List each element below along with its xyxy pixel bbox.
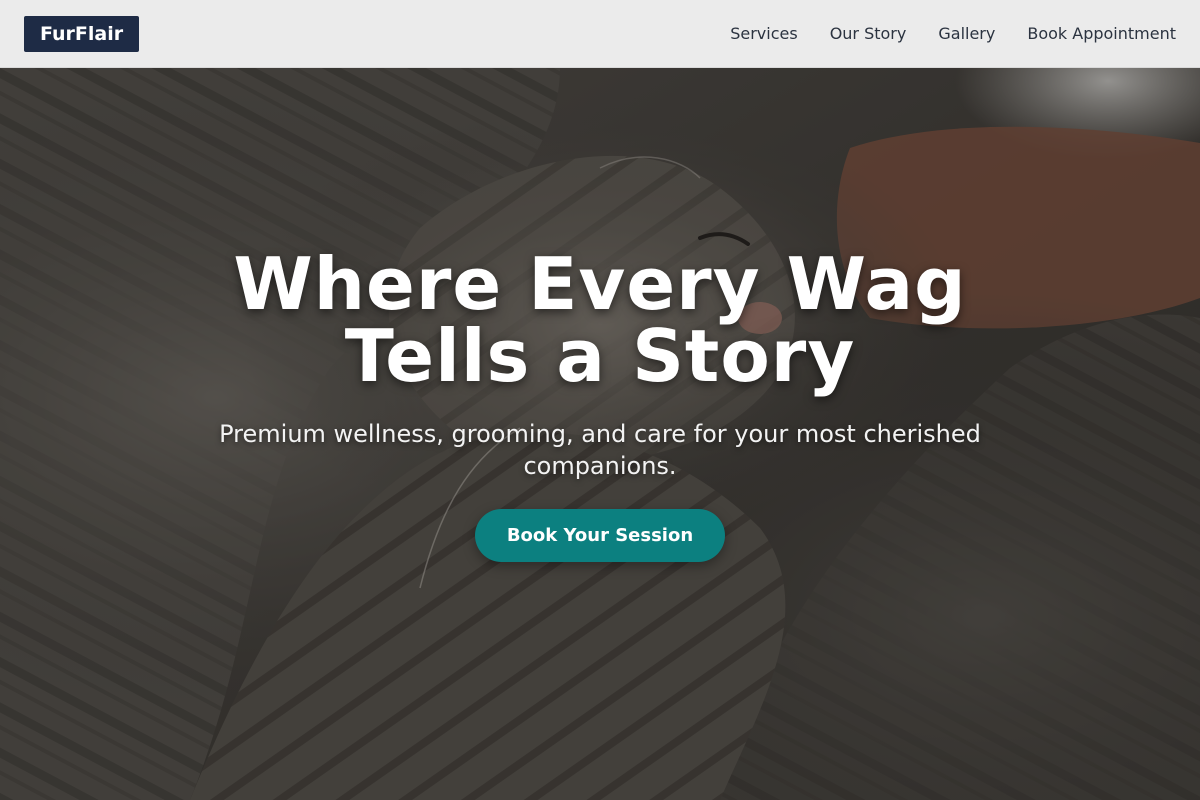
hero-title-line-2: Tells a Story: [344, 314, 856, 398]
book-session-button[interactable]: Book Your Session: [475, 509, 725, 562]
site-header: FurFlair Services Our Story Gallery Book…: [0, 0, 1200, 68]
hero-content: Where Every Wag Tells a Story Premium we…: [0, 68, 1200, 800]
main-nav: Services Our Story Gallery Book Appointm…: [698, 24, 1176, 43]
brand-logo[interactable]: FurFlair: [24, 15, 140, 52]
hero-subtitle: Premium wellness, grooming, and care for…: [219, 420, 981, 480]
nav-link-services[interactable]: Services: [730, 24, 797, 43]
nav-link-our-story[interactable]: Our Story: [830, 24, 907, 43]
nav-link-gallery[interactable]: Gallery: [938, 24, 995, 43]
nav-link-book-appointment[interactable]: Book Appointment: [1027, 24, 1176, 43]
hero-title: Where Every Wag Tells a Story: [150, 248, 1050, 392]
hero-section: Where Every Wag Tells a Story Premium we…: [0, 68, 1200, 800]
